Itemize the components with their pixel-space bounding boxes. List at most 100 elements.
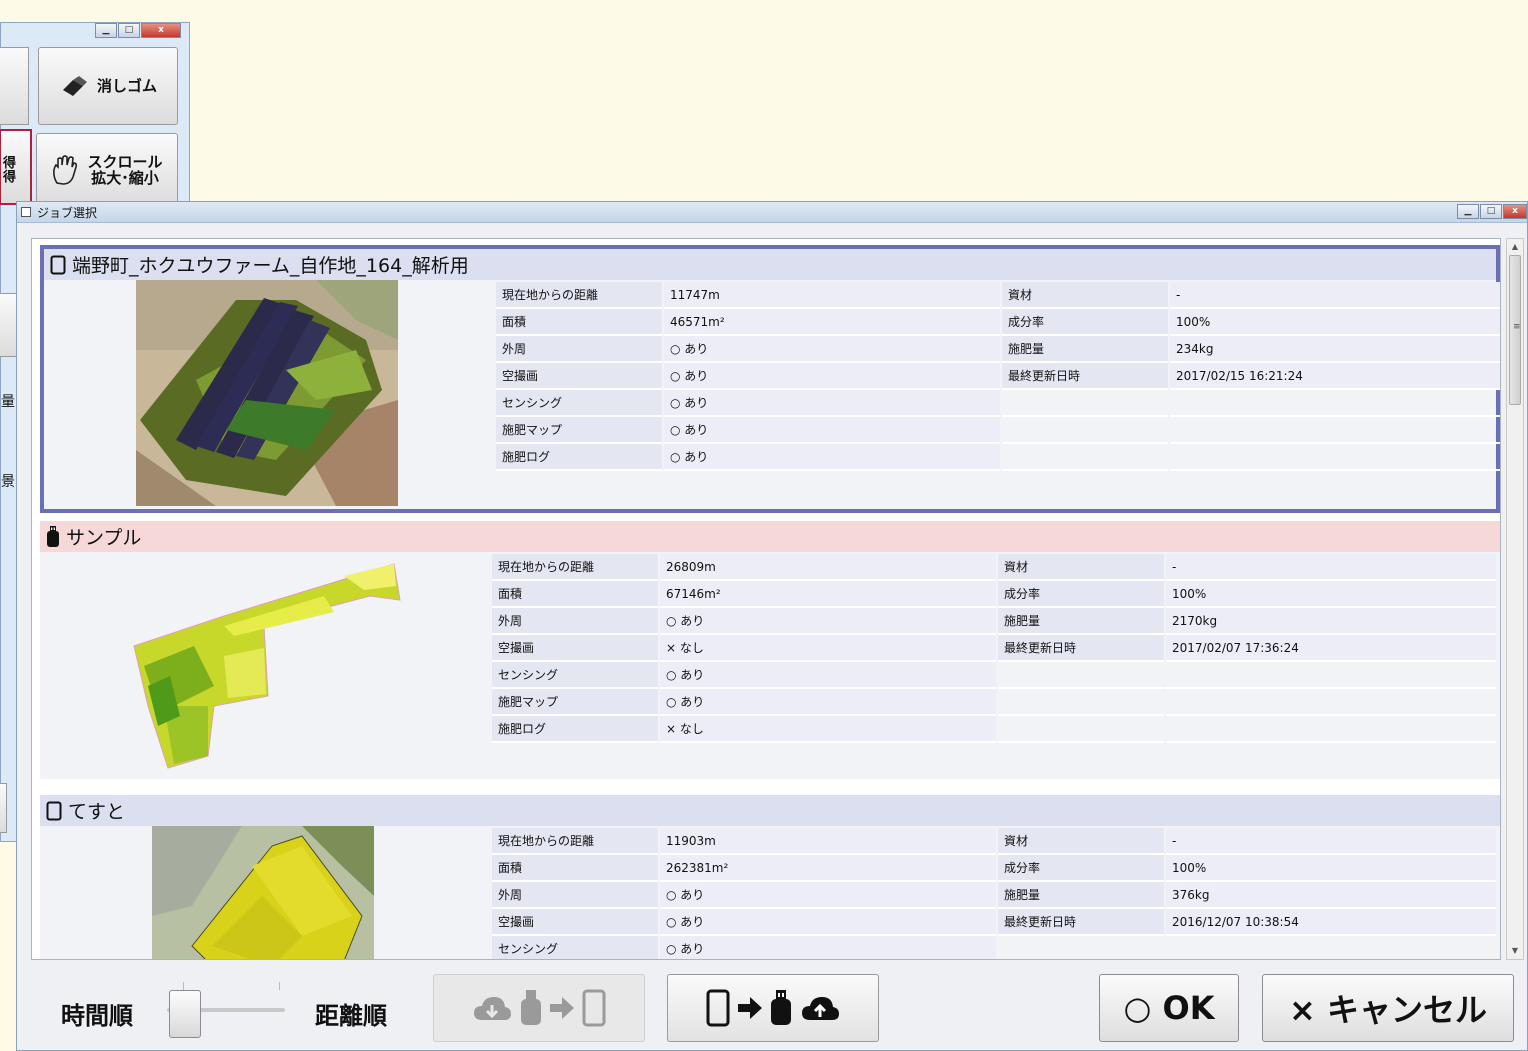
arrow-right-icon [738, 997, 762, 1019]
job-item[interactable]: 端野町_ホクユウファーム_自作地_164_解析用 現在地からの距離 11747m… [40, 245, 1500, 513]
arrow-right-icon [550, 997, 574, 1019]
tablet-icon [50, 255, 66, 274]
info-key: 外周 [492, 608, 658, 635]
info-key: 面積 [496, 309, 662, 336]
info-key: 成分率 [998, 855, 1164, 882]
info-value: ○ あり [660, 909, 996, 936]
info-key: 施肥ログ [492, 716, 658, 743]
job-header: 端野町_ホクユウファーム_自作地_164_解析用 [44, 249, 1496, 280]
upload-from-device-button[interactable] [667, 974, 879, 1042]
info-value: ○ あり [660, 689, 996, 716]
info-key: 施肥量 [998, 608, 1164, 635]
job-item[interactable]: てすと 現在地からの距離 11903m 資材 - 面積 262381m² 成分率… [40, 795, 1500, 959]
field-thumbnail [152, 826, 374, 959]
info-key: 最終更新日時 [1002, 363, 1168, 390]
partial-selected-button[interactable]: 得得 [0, 129, 32, 205]
info-value: 2170kg [1166, 608, 1496, 635]
info-value: 46571m² [664, 309, 1000, 336]
info-value: 376kg [1166, 882, 1496, 909]
partial-side-button[interactable] [0, 293, 17, 357]
partial-button[interactable] [0, 47, 29, 125]
info-value: 26809m [660, 554, 996, 581]
info-key: 施肥量 [998, 882, 1164, 909]
close-icon[interactable]: x [141, 23, 181, 38]
tablet-icon [706, 989, 730, 1027]
job-list[interactable]: 端野町_ホクユウファーム_自作地_164_解析用 現在地からの距離 11747m… [31, 238, 1501, 960]
info-key: 空撮画 [492, 635, 658, 662]
minimize-icon[interactable]: ▁ [95, 23, 117, 38]
vertical-scrollbar[interactable]: ▲ ≡ ▼ [1506, 238, 1524, 960]
info-value: 100% [1170, 309, 1500, 336]
maximize-icon[interactable]: □ [118, 23, 140, 38]
info-value: ○ あり [660, 882, 996, 909]
cancel-button[interactable]: × キャンセル [1262, 974, 1514, 1042]
info-key: 施肥マップ [492, 689, 658, 716]
info-value: 234kg [1170, 336, 1500, 363]
info-key: 施肥ログ [496, 444, 662, 471]
job-info-table: 現在地からの距離 26809m 資材 - 面積 67146m² 成分率 100%… [492, 554, 1496, 743]
dialog-titlebar: ジョブ選択 ▁ □ x [17, 202, 1527, 223]
hand-icon [53, 155, 78, 185]
aerial-field-image [152, 826, 374, 959]
info-key: 面積 [492, 581, 658, 608]
info-value: 67146m² [660, 581, 996, 608]
job-name: てすと [68, 801, 126, 823]
info-value: ○ あり [664, 390, 1000, 417]
info-value: ○ あり [664, 336, 1000, 363]
dialog-title: ジョブ選択 [37, 205, 98, 220]
ok-button[interactable]: ○ OK [1099, 974, 1239, 1042]
eraser-button[interactable]: 消しゴム [38, 47, 178, 125]
scrollbar-thumb[interactable]: ≡ [1509, 255, 1521, 405]
dialog-window-controls: ▁ □ x [1457, 204, 1527, 219]
job-header: てすと [40, 795, 1500, 826]
partial-label-1: 量 [1, 394, 15, 410]
info-key: 現在地からの距離 [496, 282, 662, 309]
sensing-map-image [133, 563, 401, 769]
info-key: 面積 [492, 855, 658, 882]
job-name: サンプル [66, 527, 142, 549]
job-select-dialog: ジョブ選択 ▁ □ x 端野町_ホクユウファーム_自作地_164_解析用 現在地… [16, 201, 1528, 1051]
info-key: 施肥量 [1002, 336, 1168, 363]
info-key: 現在地からの距離 [492, 828, 658, 855]
info-value: 100% [1166, 581, 1496, 608]
maximize-icon[interactable]: □ [1480, 204, 1502, 219]
partial-bottom-button[interactable] [0, 783, 7, 833]
download-to-device-button[interactable] [433, 974, 645, 1042]
info-key: 空撮画 [496, 363, 662, 390]
info-key: 現在地からの距離 [492, 554, 658, 581]
info-key: センシング [492, 662, 658, 689]
job-item[interactable]: サンプル 現在地からの距離 26809m 資材 - 面積 67146m² 成分率… [40, 521, 1500, 779]
info-key: 最終更新日時 [998, 909, 1164, 936]
info-value: - [1166, 554, 1496, 581]
dialog-footer: 時間順 距離順 ○ OK × キャンセル [17, 960, 1528, 1051]
info-key: センシング [492, 936, 658, 959]
info-value: 11747m [664, 282, 1000, 309]
info-value: 2017/02/07 17:36:24 [1166, 635, 1496, 662]
info-key: 成分率 [998, 581, 1164, 608]
info-value: ○ あり [660, 662, 996, 689]
info-key: 資材 [998, 554, 1164, 581]
info-key: 外周 [492, 882, 658, 909]
field-thumbnail [124, 556, 404, 776]
info-value: - [1170, 282, 1500, 309]
info-key: センシング [496, 390, 662, 417]
usb-icon [521, 990, 541, 1025]
scroll-down-icon[interactable]: ▼ [1507, 943, 1523, 959]
minimize-icon[interactable]: ▁ [1457, 204, 1479, 219]
sort-order-slider[interactable] [167, 982, 285, 1038]
job-name: 端野町_ホクユウファーム_自作地_164_解析用 [72, 255, 469, 277]
eraser-icon [62, 76, 87, 96]
slider-knob[interactable] [169, 990, 201, 1038]
job-info-table: 現在地からの距離 11747m 資材 - 面積 46571m² 成分率 100%… [496, 282, 1500, 471]
cloud-download-icon [474, 997, 511, 1020]
info-value: 262381m² [660, 855, 996, 882]
info-value: ○ あり [664, 444, 1000, 471]
scroll-zoom-button[interactable]: スクロール 拡大･縮小 [36, 133, 178, 207]
close-icon[interactable]: x [1503, 204, 1527, 219]
info-value: - [1166, 828, 1496, 855]
info-key: 成分率 [1002, 309, 1168, 336]
scroll-up-icon[interactable]: ▲ [1507, 239, 1523, 255]
info-value: 2016/12/07 10:38:54 [1166, 909, 1496, 936]
background-window-controls: ▁ □ x [95, 23, 181, 38]
info-value: 100% [1166, 855, 1496, 882]
